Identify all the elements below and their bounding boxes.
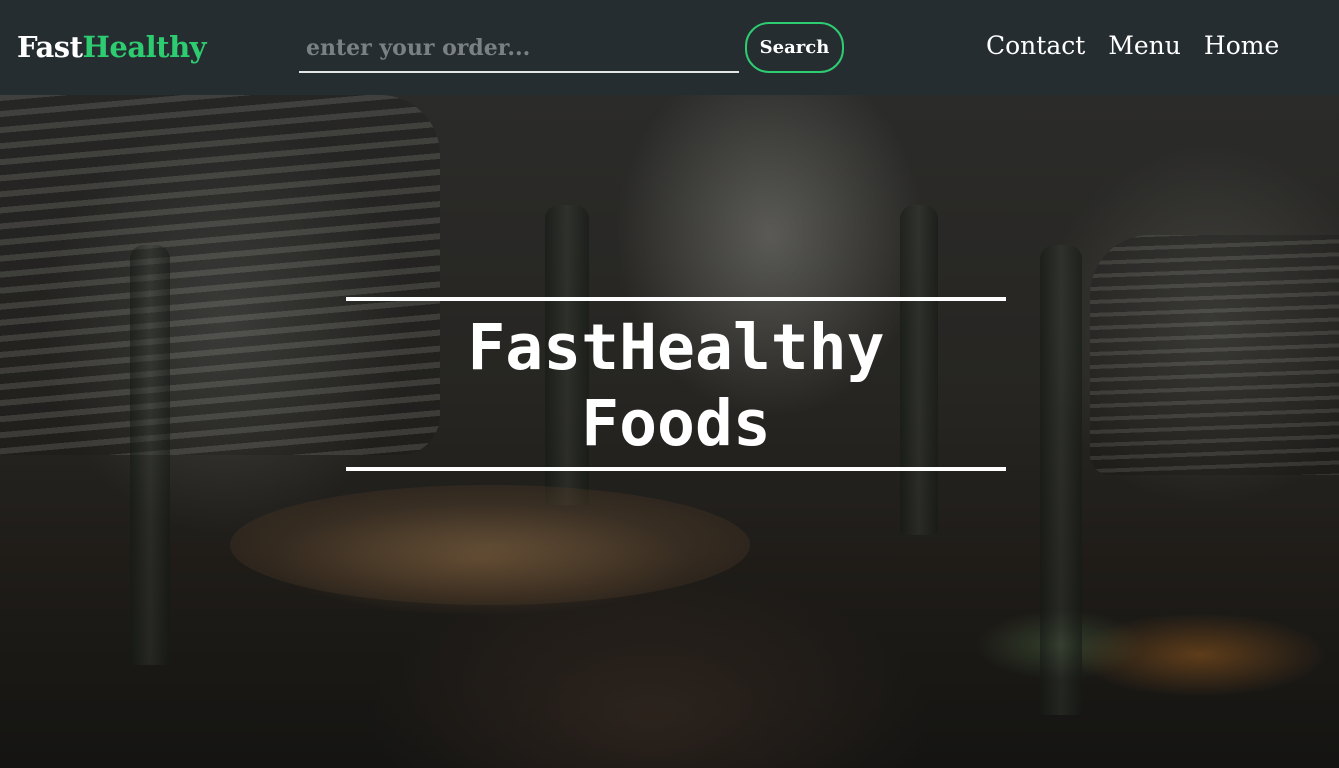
brand-name-part2: Healthy [82, 30, 207, 64]
nav-links: Contact Menu Home [986, 28, 1279, 64]
search-button[interactable]: Search [745, 22, 844, 73]
hero-title-line2: Foods [581, 387, 771, 460]
navbar: FastHealthy Search Contact Menu Home [0, 0, 1339, 95]
nav-link-menu[interactable]: Menu [1108, 28, 1181, 64]
nav-link-contact[interactable]: Contact [986, 28, 1085, 64]
search-input[interactable] [299, 29, 739, 73]
hero-background-image [1040, 245, 1082, 715]
nav-link-home[interactable]: Home [1204, 28, 1279, 64]
brand-logo[interactable]: FastHealthy [17, 27, 207, 67]
hero-background-image [1090, 235, 1339, 475]
hero-title-line1: FastHealthy [467, 311, 885, 384]
brand-name-part1: Fast [17, 30, 83, 64]
hero-background-image [130, 245, 170, 665]
hero-background-image [230, 485, 750, 605]
hero-section: FastHealthy Foods [0, 95, 1339, 768]
hero-title: FastHealthy Foods [346, 297, 1006, 471]
